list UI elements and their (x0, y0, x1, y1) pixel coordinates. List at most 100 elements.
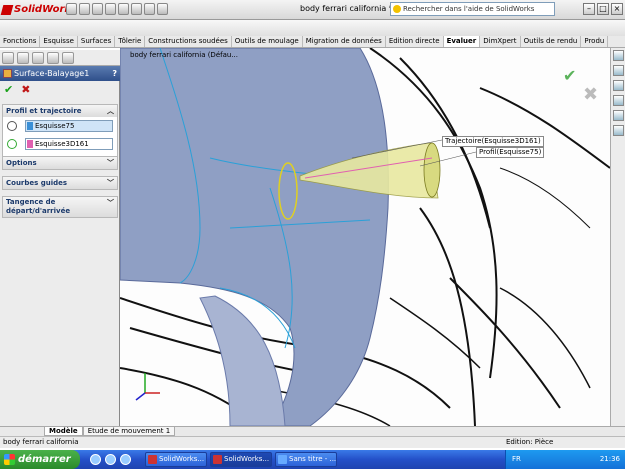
taskbar-window-button[interactable]: SolidWorks... (145, 452, 207, 467)
app-window-icon (148, 455, 157, 464)
ok-button[interactable]: ✔ (4, 83, 13, 97)
profile-path-heading-label: Profil et trajectoire (6, 107, 82, 115)
title-bar: SolidWorks body ferrari california * Rec… (0, 0, 625, 20)
dimxpert-tab-icon[interactable] (47, 52, 59, 64)
start-label: démarrer (18, 454, 71, 465)
options-heading[interactable]: Options ﹀ (3, 157, 117, 169)
resources-icon[interactable] (612, 50, 624, 61)
display-manager-tab-icon[interactable] (62, 52, 74, 64)
media-player-icon[interactable] (105, 454, 116, 465)
system-tray: FR 21:36 (505, 450, 625, 469)
status-document: body ferrari california (3, 438, 79, 446)
feature-title: Surface-Balayage1 (14, 69, 90, 78)
tab-esquisse[interactable]: Esquisse (40, 36, 78, 47)
rebuild-icon[interactable] (144, 3, 155, 15)
profile-selection-box[interactable]: Esquisse75 (25, 120, 113, 132)
help-button[interactable]: ? (112, 66, 117, 81)
model-canvas (120, 48, 610, 426)
custom-properties-icon[interactable] (612, 125, 624, 136)
tab-constructions-soud-es[interactable]: Constructions soudées (145, 36, 232, 47)
windows-flag-icon (4, 454, 15, 465)
quick-access-toolbar (66, 3, 168, 17)
close-button[interactable]: × (611, 3, 623, 15)
path-row: Esquisse3D161 (3, 135, 117, 153)
options-icon[interactable] (157, 3, 168, 15)
taskbar-window-button[interactable]: Sans titre - ... (275, 452, 337, 467)
lower-panel-surface[interactable] (199, 295, 286, 426)
property-manager-tab-icon[interactable] (17, 52, 29, 64)
help-search-placeholder: Rechercher dans l'aide de SolidWorks (403, 5, 535, 13)
tab-t-lerie[interactable]: Tôlerie (115, 36, 146, 47)
taskbar-window-button[interactable]: SolidWorks... (210, 452, 272, 467)
start-button[interactable]: démarrer (0, 450, 80, 469)
maximize-button[interactable]: □ (597, 3, 609, 15)
profile-color-swatch (27, 122, 33, 130)
model-tab[interactable]: Modèle (44, 427, 83, 436)
guide-curves-heading[interactable]: Courbes guides ﹀ (3, 177, 117, 189)
windows-taskbar: démarrer SolidWorks... SolidWorks... Sans … (0, 450, 625, 469)
help-search-input[interactable]: Rechercher dans l'aide de SolidWorks (390, 2, 555, 16)
trajectory-callout[interactable]: Trajectoire(Esquisse3D161) (442, 136, 544, 147)
tab-fonctions[interactable]: Fonctions (0, 36, 41, 47)
tab-evaluer[interactable]: Evaluer (443, 36, 481, 47)
command-manager-tabs: Fonctions Esquisse Surfaces Tôlerie Construc… (0, 36, 625, 48)
status-bar: body ferrari california Edition: Pièce (0, 436, 625, 448)
clock[interactable]: 21:36 (600, 450, 620, 469)
tab-surfaces[interactable]: Surfaces (78, 36, 116, 47)
model-tab[interactable]: Etude de mouvement 1 (82, 427, 176, 436)
file-explorer-icon[interactable] (612, 80, 624, 91)
tab-migration-de-donn-es[interactable]: Migration de données (303, 36, 386, 47)
design-library-icon[interactable] (612, 65, 624, 76)
new-document-icon[interactable] (66, 3, 77, 15)
cancel-button[interactable]: ✖ (21, 83, 30, 97)
expand-down-icon[interactable]: ﹀ (107, 157, 114, 169)
profile-value: Esquisse75 (35, 122, 75, 130)
tangency-section: Tangence de départ/d'arrivée ﹀ (2, 196, 118, 218)
path-color-swatch (27, 140, 33, 148)
browser-icon[interactable] (90, 454, 101, 465)
feature-tree-tab-icon[interactable] (2, 52, 14, 64)
expand-down-icon[interactable]: ﹀ (107, 197, 114, 209)
print-icon[interactable] (105, 3, 116, 15)
document-title: body ferrari california * (300, 4, 393, 13)
tab-outils-de-rendu[interactable]: Outils de rendu (521, 36, 582, 47)
select-icon[interactable] (131, 3, 142, 15)
save-icon[interactable] (92, 3, 103, 15)
flyout-feature-tree[interactable]: body ferrari california (Défau... (130, 51, 238, 59)
tab-produ[interactable]: Produ (581, 36, 609, 47)
undo-icon[interactable] (118, 3, 129, 15)
axis-triad (135, 373, 160, 401)
language-indicator[interactable]: FR (512, 450, 521, 469)
view-palette-icon[interactable] (612, 95, 624, 106)
tab-edition-directe[interactable]: Edition directe (386, 36, 444, 47)
options-heading-label: Options (6, 159, 37, 167)
collapse-up-icon[interactable]: ︿ (107, 105, 114, 117)
guide-curves-heading-label: Courbes guides (6, 179, 68, 187)
tab-dimxpert[interactable]: DimXpert (480, 36, 521, 47)
appearances-icon[interactable] (612, 110, 624, 121)
model-tabs: Modèle Etude de mouvement 1 (0, 426, 625, 436)
configuration-tab-icon[interactable] (32, 52, 44, 64)
confirm-corner-ok-icon[interactable]: ✔ (563, 66, 576, 85)
profile-path-heading[interactable]: Profil et trajectoire ︿ (3, 105, 117, 117)
graphics-area[interactable]: body ferrari california (Défau... Trajec… (120, 48, 610, 426)
expand-down-icon[interactable]: ﹀ (107, 177, 114, 189)
solidworks-window: SolidWorks body ferrari california * Rec… (0, 0, 625, 469)
app-logo[interactable]: SolidWorks (0, 2, 77, 18)
tangency-heading-label: Tangence de départ/d'arrivée (6, 198, 71, 215)
tangency-heading[interactable]: Tangence de départ/d'arrivée ﹀ (3, 197, 117, 217)
tab-outils-de-moulage[interactable]: Outils de moulage (232, 36, 303, 47)
confirm-corner-cancel-icon[interactable]: ✖ (583, 84, 598, 105)
open-icon[interactable] (79, 3, 90, 15)
taskbar-window-label: SolidWorks... (159, 455, 205, 463)
minimize-button[interactable]: – (583, 3, 595, 15)
path-selection-box[interactable]: Esquisse3D161 (25, 138, 113, 150)
profile-callout[interactable]: Profil(Esquisse75) (476, 147, 545, 158)
show-desktop-icon[interactable] (120, 454, 131, 465)
quick-launch (90, 454, 131, 465)
solidworks-logo-icon (0, 5, 14, 15)
taskbar-window-label: SolidWorks... (224, 455, 270, 463)
path-value: Esquisse3D161 (35, 140, 89, 148)
taskbar-window-label: Sans titre - ... (289, 455, 337, 463)
options-section: Options ﹀ (2, 156, 118, 170)
